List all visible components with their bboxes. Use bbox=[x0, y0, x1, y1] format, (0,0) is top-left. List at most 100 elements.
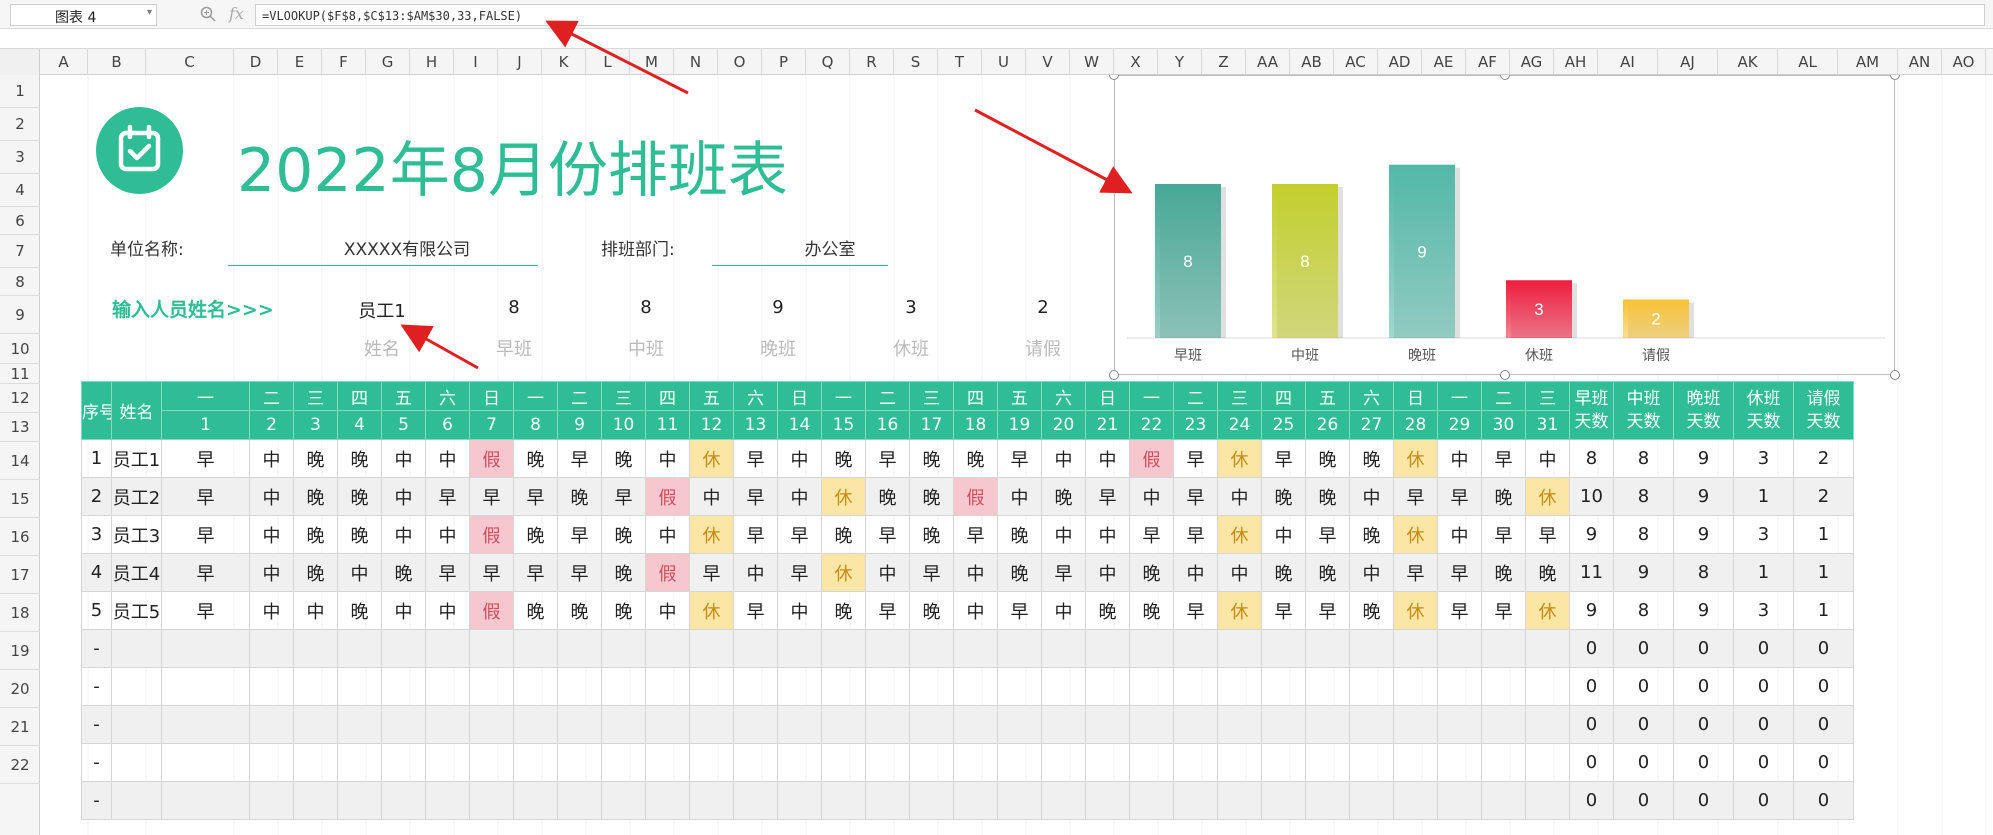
shift-cell[interactable] bbox=[645, 629, 690, 668]
shift-cell[interactable]: 晚 bbox=[293, 477, 338, 516]
shift-cell[interactable] bbox=[645, 743, 690, 782]
shift-cell[interactable] bbox=[1085, 705, 1130, 744]
shift-cell[interactable] bbox=[249, 667, 294, 706]
shift-cell[interactable] bbox=[777, 743, 822, 782]
shift-cell[interactable]: 中 bbox=[1437, 515, 1482, 554]
shift-cell[interactable]: 早 bbox=[1085, 477, 1130, 516]
shift-cell[interactable] bbox=[601, 629, 646, 668]
shift-cell[interactable] bbox=[249, 629, 294, 668]
shift-cell[interactable]: 晚 bbox=[337, 439, 382, 478]
shift-cell[interactable] bbox=[689, 743, 734, 782]
shift-cell[interactable] bbox=[1041, 781, 1086, 820]
unit-value[interactable]: XXXXX有限公司 bbox=[317, 235, 497, 260]
shift-cell[interactable] bbox=[1305, 743, 1350, 782]
shift-cell[interactable] bbox=[733, 667, 778, 706]
dept-value[interactable]: 办公室 bbox=[740, 235, 920, 260]
shift-cell[interactable] bbox=[1217, 705, 1262, 744]
shift-cell[interactable] bbox=[1085, 629, 1130, 668]
shift-cell[interactable]: 中 bbox=[381, 515, 426, 554]
column-header-cell[interactable]: I bbox=[454, 49, 498, 75]
shift-cell[interactable]: 中 bbox=[381, 591, 426, 630]
fx-icon[interactable]: fx bbox=[229, 4, 244, 23]
shift-cell[interactable] bbox=[381, 667, 426, 706]
shift-cell[interactable]: 中 bbox=[425, 591, 470, 630]
shift-cell[interactable]: 早 bbox=[733, 477, 778, 516]
shift-cell[interactable]: 早 bbox=[513, 553, 558, 592]
column-header-cell[interactable]: AN bbox=[1898, 49, 1942, 75]
shift-cell[interactable] bbox=[733, 629, 778, 668]
shift-cell[interactable]: 早 bbox=[161, 515, 250, 554]
column-header-cell[interactable]: V bbox=[1026, 49, 1070, 75]
shift-cell[interactable] bbox=[1261, 743, 1306, 782]
shift-cell[interactable] bbox=[337, 743, 382, 782]
shift-cell[interactable] bbox=[337, 705, 382, 744]
shift-cell[interactable]: 晚 bbox=[1525, 553, 1570, 592]
shift-cell[interactable]: 早 bbox=[161, 553, 250, 592]
shift-cell[interactable] bbox=[161, 629, 250, 668]
shift-cell[interactable] bbox=[733, 743, 778, 782]
shift-cell[interactable] bbox=[997, 629, 1042, 668]
total-cell[interactable]: 1 bbox=[1793, 553, 1854, 592]
shift-cell[interactable] bbox=[689, 781, 734, 820]
total-cell[interactable]: 3 bbox=[1733, 515, 1794, 554]
shift-cell[interactable]: 早 bbox=[1393, 477, 1438, 516]
shift-cell[interactable]: 早 bbox=[601, 477, 646, 516]
shift-cell[interactable]: 晚 bbox=[601, 591, 646, 630]
shift-cell[interactable]: 休 bbox=[1217, 439, 1262, 478]
column-header-cell[interactable]: S bbox=[894, 49, 938, 75]
shift-cell[interactable] bbox=[1393, 629, 1438, 668]
shift-cell[interactable] bbox=[1261, 667, 1306, 706]
shift-cell[interactable] bbox=[1129, 667, 1174, 706]
shift-cell[interactable] bbox=[1393, 781, 1438, 820]
shift-cell[interactable]: 早 bbox=[1041, 553, 1086, 592]
chart-resize-handle[interactable] bbox=[1890, 370, 1900, 380]
shift-cell[interactable]: 晚 bbox=[1305, 477, 1350, 516]
shift-cell[interactable]: 中 bbox=[777, 439, 822, 478]
shift-cell[interactable] bbox=[513, 743, 558, 782]
column-header-cell[interactable]: F bbox=[322, 49, 366, 75]
shift-cell[interactable] bbox=[689, 667, 734, 706]
shift-cell[interactable] bbox=[469, 667, 514, 706]
shift-cell[interactable] bbox=[1041, 667, 1086, 706]
shift-cell[interactable] bbox=[425, 629, 470, 668]
shift-cell[interactable]: 晚 bbox=[1349, 439, 1394, 478]
shift-cell[interactable] bbox=[1129, 705, 1174, 744]
shift-cell[interactable]: 晚 bbox=[1129, 591, 1174, 630]
shift-cell[interactable]: 中 bbox=[645, 591, 690, 630]
shift-cell[interactable]: 休 bbox=[1217, 515, 1262, 554]
shift-cell[interactable]: 晚 bbox=[1085, 591, 1130, 630]
shift-cell[interactable] bbox=[997, 705, 1042, 744]
total-cell[interactable]: 3 bbox=[1733, 439, 1794, 478]
shift-cell[interactable] bbox=[381, 743, 426, 782]
total-cell[interactable]: 0 bbox=[1569, 667, 1614, 706]
column-header-cell[interactable]: AE bbox=[1422, 49, 1466, 75]
shift-cell[interactable]: 早 bbox=[469, 553, 514, 592]
shift-cell[interactable] bbox=[1437, 781, 1482, 820]
shift-cell[interactable] bbox=[821, 743, 866, 782]
shift-cell[interactable]: 早 bbox=[425, 477, 470, 516]
shift-cell[interactable] bbox=[909, 667, 954, 706]
shift-cell[interactable]: 中 bbox=[1349, 477, 1394, 516]
shift-cell[interactable] bbox=[1085, 667, 1130, 706]
shift-cell[interactable]: 中 bbox=[1041, 439, 1086, 478]
shift-cell[interactable]: 休 bbox=[1393, 591, 1438, 630]
shift-cell[interactable] bbox=[337, 781, 382, 820]
shift-cell[interactable]: 中 bbox=[1173, 553, 1218, 592]
shift-cell[interactable]: 中 bbox=[645, 439, 690, 478]
shift-cell[interactable]: 早 bbox=[953, 515, 998, 554]
shift-cell[interactable] bbox=[513, 705, 558, 744]
column-header-cell[interactable]: H bbox=[410, 49, 454, 75]
total-cell[interactable]: 8 bbox=[1613, 591, 1674, 630]
shift-cell[interactable] bbox=[381, 629, 426, 668]
shift-cell[interactable] bbox=[425, 667, 470, 706]
row-header-cell[interactable]: 6 bbox=[0, 207, 40, 235]
shift-cell[interactable] bbox=[513, 667, 558, 706]
shift-cell[interactable] bbox=[909, 629, 954, 668]
shift-cell[interactable] bbox=[645, 705, 690, 744]
column-header-cell[interactable]: AO bbox=[1942, 49, 1986, 75]
column-header-cell[interactable]: L bbox=[586, 49, 630, 75]
shift-cell[interactable]: 早 bbox=[1261, 591, 1306, 630]
shift-cell[interactable] bbox=[1349, 743, 1394, 782]
total-cell[interactable]: 9 bbox=[1613, 553, 1674, 592]
shift-cell[interactable] bbox=[733, 705, 778, 744]
